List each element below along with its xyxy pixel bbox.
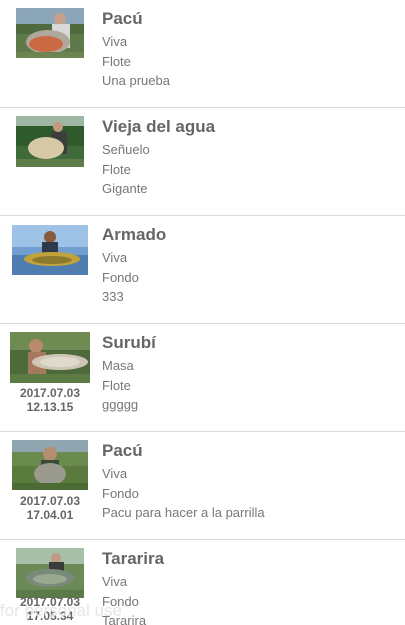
catch-note: Gigante bbox=[102, 181, 148, 196]
bait-type: Viva bbox=[102, 466, 128, 481]
catch-note: ggggg bbox=[102, 397, 139, 412]
catch-log-screen: Pacú Viva Flote Una prueba Vieja del agu… bbox=[0, 0, 405, 625]
catch-note: 333 bbox=[102, 289, 124, 304]
catch-row[interactable]: Vieja del agua Señuelo Flote Gigante bbox=[0, 108, 405, 216]
bait-type: Señuelo bbox=[102, 142, 150, 157]
catch-row[interactable]: Pacú Viva Flote Una prueba bbox=[0, 0, 405, 108]
fishing-method: Flote bbox=[102, 377, 131, 393]
fish-photo-thumbnail bbox=[12, 225, 88, 275]
species-name: Vieja del agua bbox=[102, 117, 216, 136]
catch-row[interactable]: Armado Viva Fondo 333 bbox=[0, 216, 405, 324]
fish-photo-thumbnail bbox=[16, 548, 84, 598]
bait-type: Masa bbox=[102, 358, 134, 373]
species-name: Pacú bbox=[102, 441, 143, 460]
catch-time: 12.13.15 bbox=[26, 400, 74, 414]
catch-note: Pacu para hacer a la parrilla bbox=[102, 505, 265, 520]
fishing-method: Fondo bbox=[102, 593, 139, 609]
bait-type: Viva bbox=[102, 34, 128, 49]
catch-info: Tararira Viva Fondo Tararira bbox=[102, 548, 402, 625]
species-name: Surubí bbox=[102, 333, 156, 352]
catch-date: 2017.07.03 bbox=[19, 494, 81, 508]
fish-photo-thumbnail bbox=[12, 440, 88, 490]
catch-info: Vieja del agua Señuelo Flote Gigante bbox=[102, 116, 402, 199]
species-name: Pacú bbox=[102, 9, 143, 28]
catch-info: Surubí Masa Flote ggggg bbox=[102, 332, 402, 415]
fish-photo-thumbnail bbox=[10, 332, 90, 383]
catch-row[interactable]: 2017.07.03 17.04.01 Pacú Viva Fondo Pacu… bbox=[0, 432, 405, 540]
fishing-method: Flote bbox=[102, 53, 131, 69]
catch-note: Una prueba bbox=[102, 73, 170, 88]
catch-info: Armado Viva Fondo 333 bbox=[102, 224, 402, 307]
catch-time: 17.04.01 bbox=[26, 508, 74, 522]
catch-row[interactable]: 2017.07.03 12.13.15 Surubí Masa Flote gg… bbox=[0, 324, 405, 432]
watermark-text: for personal use bbox=[0, 601, 122, 620]
fish-photo-thumbnail bbox=[16, 116, 84, 167]
catch-date: 2017.07.03 bbox=[19, 386, 81, 400]
catch-list[interactable]: Pacú Viva Flote Una prueba Vieja del agu… bbox=[0, 0, 405, 625]
bait-type: Viva bbox=[102, 574, 128, 589]
catch-note: Tararira bbox=[102, 613, 147, 625]
bait-type: Viva bbox=[102, 250, 128, 265]
species-name: Armado bbox=[102, 225, 167, 244]
species-name: Tararira bbox=[102, 549, 165, 568]
fishing-method: Flote bbox=[102, 161, 131, 177]
catch-info: Pacú Viva Flote Una prueba bbox=[102, 8, 402, 91]
fish-photo-thumbnail bbox=[16, 8, 84, 58]
fishing-method: Fondo bbox=[102, 269, 139, 285]
catch-info: Pacú Viva Fondo Pacu para hacer a la par… bbox=[102, 440, 402, 523]
fishing-method: Fondo bbox=[102, 485, 139, 501]
